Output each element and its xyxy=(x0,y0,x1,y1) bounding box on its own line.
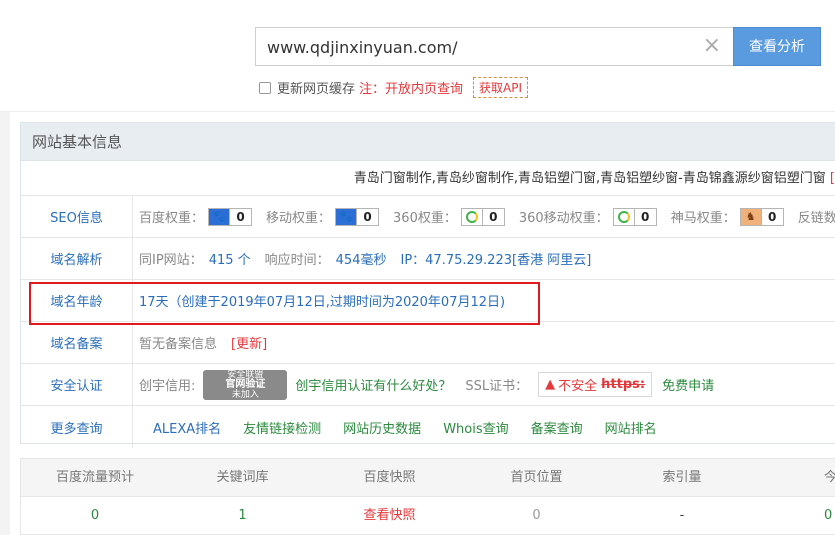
dns-label[interactable]: 域名解析 xyxy=(21,238,133,279)
shenma-horse-icon: ♞ xyxy=(740,208,761,225)
index-count-value: - xyxy=(679,508,685,523)
age-highlight-box xyxy=(29,282,540,325)
search-options: 更新网页缓存 注：开放内页查询 获取API xyxy=(259,77,529,98)
refresh-cache-label[interactable]: 更新网页缓存 xyxy=(277,78,355,97)
stats-header: 百度快照 xyxy=(363,470,416,485)
baidu-weight-label: 百度权重： xyxy=(139,211,205,226)
shenma-weight-badge[interactable]: ♞ 0 xyxy=(739,207,784,226)
stats-header: 索引量 xyxy=(662,470,702,485)
seo-values: 百度权重： 🐾 0 移动权重： 🐾 0 360权重： 0 360移动权重： 0 神马… xyxy=(133,196,835,237)
credit-link[interactable]: 创宇信用认证有什么好处？ xyxy=(295,375,451,394)
seal-line2: 官网验证 xyxy=(225,378,266,390)
mobile-weight-value: 0 xyxy=(356,208,378,225)
stats-header-row: 百度流量预计 关键词库 百度快照 首页位置 索引量 今日收 xyxy=(21,459,835,497)
get-api-button[interactable]: 获取API xyxy=(473,77,529,98)
icp-value: 暂无备案信息 xyxy=(139,337,218,352)
baidu-paw-icon: 🐾 xyxy=(336,208,357,225)
dns-values: 同IP网站： 415 个 响应时间： 454毫秒 IP：47.75.29.223… xyxy=(133,238,591,279)
whois-link[interactable]: Whois查询 xyxy=(443,418,508,437)
stats-header: 百度流量预计 xyxy=(55,470,134,485)
search-area: www.qdjinxinyuan.com/ × 查看分析 更新网页缓存 注：开放… xyxy=(0,0,835,112)
icp-query-link[interactable]: 备案查询 xyxy=(531,418,583,437)
site-title: 青岛门窗制作,青岛纱窗制作,青岛铝塑门窗,青岛铝塑纱窗-青岛锦鑫源纱窗铝塑门窗 … xyxy=(21,161,835,196)
snapshot-link[interactable]: 查看快照 xyxy=(316,497,463,535)
360-mobile-weight-badge[interactable]: 0 xyxy=(612,207,657,226)
more-row: 更多查询 ALEXA排名 友情链接检测 网站历史数据 Whois查询 备案查询 … xyxy=(21,406,835,448)
same-ip-label: 同IP网站： xyxy=(139,253,203,268)
icp-values: 暂无备案信息 [更新] xyxy=(133,322,267,363)
panel-title: 网站基本信息 xyxy=(21,123,835,161)
baidu-weight-value: 0 xyxy=(229,208,251,225)
keyword-count-value[interactable]: 1 xyxy=(169,497,316,535)
left-strip xyxy=(0,112,10,535)
ip-value[interactable]: IP：47.75.29.223[香港 阿里云] xyxy=(400,249,591,268)
backlinks-label: 反链数 xyxy=(797,211,835,226)
friend-link-check-link[interactable]: 友情链接检测 xyxy=(243,418,321,437)
baidu-paw-icon: 🐾 xyxy=(209,208,230,225)
more-links: ALEXA排名 友情链接检测 网站历史数据 Whois查询 备案查询 网站排名 xyxy=(133,406,679,448)
360-weight-label: 360权重： xyxy=(393,211,457,226)
mobile-weight-badge[interactable]: 🐾 0 xyxy=(335,207,380,226)
360-mobile-weight-value: 0 xyxy=(633,208,656,225)
security-label[interactable]: 安全认证 xyxy=(21,364,133,405)
seal-line1: 安全联盟 xyxy=(227,369,264,380)
alexa-rank-link[interactable]: ALEXA排名 xyxy=(153,418,221,437)
mobile-weight-label: 移动权重： xyxy=(266,211,332,226)
stats-table: 百度流量预计 关键词库 百度快照 首页位置 索引量 今日收 0 1 查看快照 0… xyxy=(20,458,835,535)
site-rank-link[interactable]: 网站排名 xyxy=(605,418,657,437)
ssl-apply-link[interactable]: 免费申请 xyxy=(662,375,714,394)
360-weight-value: 0 xyxy=(481,208,504,225)
site-title-bracket[interactable]: [ xyxy=(830,171,835,186)
seal-line3: 未加入 xyxy=(231,389,259,400)
close-icon[interactable]: × xyxy=(703,34,721,58)
icp-label[interactable]: 域名备案 xyxy=(21,322,133,363)
stats-value-row: 0 1 查看快照 0 - 0 xyxy=(21,497,835,535)
security-values: 创宇信用: 安全联盟 官网验证 未加入 创宇信用认证有什么好处？ SSL证书： … xyxy=(133,364,714,405)
inner-page-note[interactable]: 注：开放内页查询 xyxy=(359,78,463,97)
seo-row: SEO信息 百度权重： 🐾 0 移动权重： 🐾 0 360权重： 0 360移动权重… xyxy=(21,196,835,238)
dns-row: 域名解析 同IP网站： 415 个 响应时间： 454毫秒 IP：47.75.2… xyxy=(21,238,835,280)
icp-update-link[interactable]: [更新] xyxy=(231,333,267,352)
seo-label[interactable]: SEO信息 xyxy=(21,196,133,237)
shenma-weight-value: 0 xyxy=(760,208,783,225)
baidu-traffic-value[interactable]: 0 xyxy=(21,497,169,535)
360-weight-badge[interactable]: 0 xyxy=(460,207,505,226)
credit-label: 创宇信用: xyxy=(139,379,196,394)
stats-header: 首页位置 xyxy=(510,470,563,485)
url-input[interactable]: www.qdjinxinyuan.com/ × xyxy=(255,27,733,66)
ssl-warning-badge[interactable]: ▲ 不安全 https: xyxy=(538,372,653,397)
more-label[interactable]: 更多查询 xyxy=(21,406,133,448)
url-input-value[interactable]: www.qdjinxinyuan.com/ xyxy=(267,38,457,57)
refresh-cache-checkbox[interactable] xyxy=(259,81,271,94)
response-label: 响应时间： xyxy=(264,253,330,268)
analyze-button[interactable]: 查看分析 xyxy=(733,27,821,66)
security-row: 安全认证 创宇信用: 安全联盟 官网验证 未加入 创宇信用认证有什么好处？ SS… xyxy=(21,364,835,406)
stats-header: 关键词库 xyxy=(216,470,269,485)
icp-row: 域名备案 暂无备案信息 [更新] xyxy=(21,322,835,364)
360-ring-icon xyxy=(461,208,482,225)
same-ip-value[interactable]: 415 个 xyxy=(209,249,251,268)
ssl-https-text: https: xyxy=(601,377,646,392)
shenma-weight-label: 神马权重： xyxy=(670,211,736,226)
360-ring-icon xyxy=(613,208,634,225)
360-mobile-weight-label: 360移动权重： xyxy=(518,211,609,226)
homepage-position-value: 0 xyxy=(532,508,541,523)
response-value: 454毫秒 xyxy=(335,253,387,268)
site-title-text: 青岛门窗制作,青岛纱窗制作,青岛铝塑门窗,青岛铝塑纱窗-青岛锦鑫源纱窗铝塑门窗 xyxy=(353,171,826,186)
baidu-weight-badge[interactable]: 🐾 0 xyxy=(208,207,253,226)
ssl-label: SSL证书： xyxy=(465,379,529,394)
stats-header: 今日收 xyxy=(824,470,835,485)
history-data-link[interactable]: 网站历史数据 xyxy=(343,418,421,437)
ssl-warning-text: 不安全 xyxy=(558,379,598,394)
warning-icon: ▲ xyxy=(545,377,556,392)
today-indexed-value[interactable]: 0 xyxy=(754,497,835,535)
verification-seal[interactable]: 安全联盟 官网验证 未加入 xyxy=(203,369,288,400)
